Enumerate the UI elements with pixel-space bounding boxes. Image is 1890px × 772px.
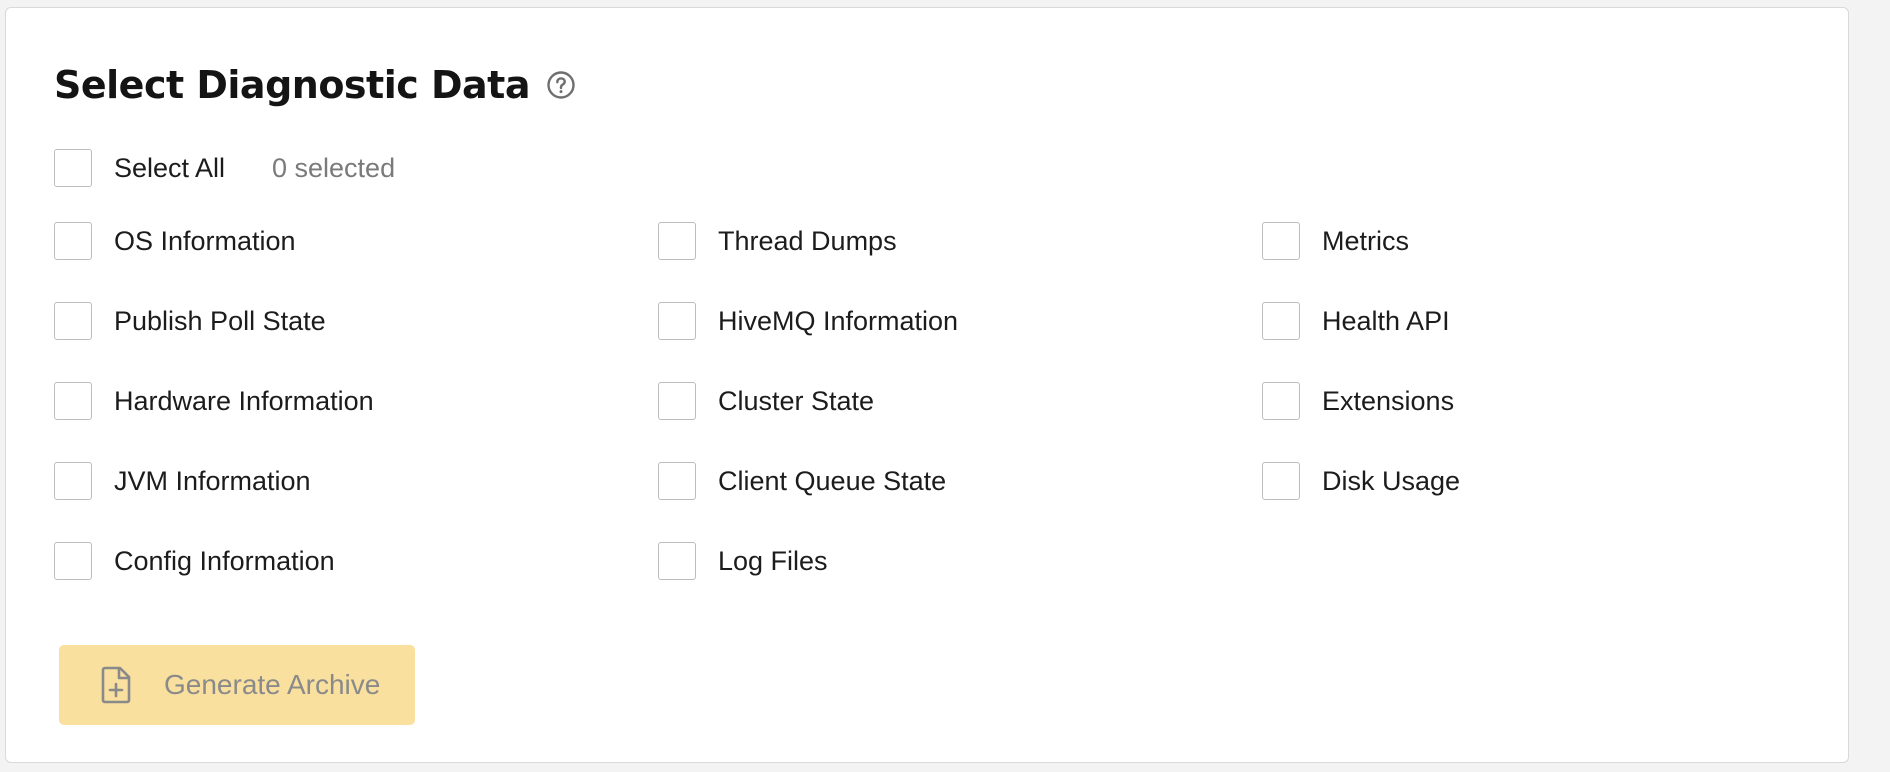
label-publish-poll-state[interactable]: Publish Poll State [114, 302, 326, 340]
label-os-information[interactable]: OS Information [114, 222, 296, 260]
checkbox-client-queue-state[interactable] [658, 462, 696, 500]
checkbox-disk-usage[interactable] [1262, 462, 1300, 500]
generate-archive-button[interactable]: Generate Archive [59, 645, 415, 725]
checkbox-cluster-state[interactable] [658, 382, 696, 420]
select-all-label[interactable]: Select All [114, 149, 225, 187]
checkbox-thread-dumps[interactable] [658, 222, 696, 260]
checkbox-hardware-information[interactable] [54, 382, 92, 420]
page-title: Select Diagnostic Data [54, 63, 531, 107]
label-config-information[interactable]: Config Information [114, 542, 335, 580]
title-row: Select Diagnostic Data [54, 66, 576, 104]
generate-archive-label: Generate Archive [164, 669, 381, 700]
label-client-queue-state[interactable]: Client Queue State [718, 462, 946, 500]
help-circle-icon[interactable] [546, 70, 576, 100]
selected-count: 0 selected [272, 153, 396, 183]
label-thread-dumps[interactable]: Thread Dumps [718, 222, 897, 260]
diagnostic-data-panel: Select Diagnostic Data Select All 0 sele… [5, 7, 1849, 763]
label-log-files[interactable]: Log Files [718, 542, 828, 580]
label-health-api[interactable]: Health API [1322, 302, 1450, 340]
checkbox-log-files[interactable] [658, 542, 696, 580]
checkbox-hivemq-information[interactable] [658, 302, 696, 340]
checkbox-metrics[interactable] [1262, 222, 1300, 260]
select-all-checkbox[interactable] [54, 149, 92, 187]
label-cluster-state[interactable]: Cluster State [718, 382, 874, 420]
label-jvm-information[interactable]: JVM Information [114, 462, 311, 500]
label-disk-usage[interactable]: Disk Usage [1322, 462, 1460, 500]
checkbox-config-information[interactable] [54, 542, 92, 580]
checkbox-extensions[interactable] [1262, 382, 1300, 420]
label-extensions[interactable]: Extensions [1322, 382, 1454, 420]
label-hivemq-information[interactable]: HiveMQ Information [718, 302, 958, 340]
checkbox-publish-poll-state[interactable] [54, 302, 92, 340]
checkbox-jvm-information[interactable] [54, 462, 92, 500]
label-metrics[interactable]: Metrics [1322, 222, 1409, 260]
checkbox-os-information[interactable] [54, 222, 92, 260]
checkbox-health-api[interactable] [1262, 302, 1300, 340]
file-plus-icon [97, 665, 135, 705]
label-hardware-information[interactable]: Hardware Information [114, 382, 374, 420]
